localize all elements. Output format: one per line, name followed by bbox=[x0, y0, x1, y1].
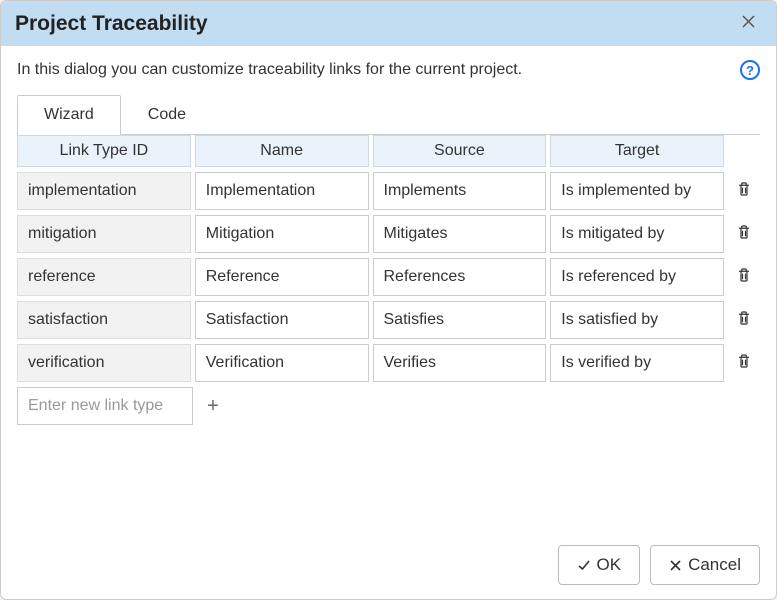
description-row: In this dialog you can customize traceab… bbox=[1, 46, 776, 88]
link-type-source-input[interactable]: Mitigates bbox=[373, 215, 547, 253]
link-type-target-input[interactable]: Is referenced by bbox=[550, 258, 724, 296]
delete-row-button[interactable] bbox=[735, 266, 753, 289]
project-traceability-dialog: Project Traceability In this dialog you … bbox=[0, 0, 777, 600]
table-row: referenceReferenceReferencesIs reference… bbox=[17, 258, 760, 296]
tab-wizard[interactable]: Wizard bbox=[17, 95, 121, 135]
ok-button[interactable]: OK bbox=[558, 545, 641, 585]
header-target: Target bbox=[550, 135, 724, 167]
ok-button-label: OK bbox=[597, 555, 622, 575]
header-action-spacer bbox=[728, 135, 760, 167]
tab-bar: Wizard Code bbox=[1, 88, 776, 134]
trash-icon bbox=[735, 223, 753, 241]
table-row: implementationImplementationImplementsIs… bbox=[17, 172, 760, 210]
new-link-type-input[interactable]: Enter new link type bbox=[17, 387, 193, 425]
link-type-source-input[interactable]: References bbox=[373, 258, 547, 296]
cancel-button-label: Cancel bbox=[688, 555, 741, 575]
table-row: verificationVerificationVerifiesIs verif… bbox=[17, 344, 760, 382]
link-type-target-input[interactable]: Is satisfied by bbox=[550, 301, 724, 339]
dialog-title: Project Traceability bbox=[15, 12, 208, 36]
button-bar: OK Cancel bbox=[1, 531, 776, 599]
trash-icon bbox=[735, 309, 753, 327]
link-type-id-cell: implementation bbox=[17, 172, 191, 210]
header-link-type-id: Link Type ID bbox=[17, 135, 191, 167]
link-type-source-input[interactable]: Satisfies bbox=[373, 301, 547, 339]
header-source: Source bbox=[373, 135, 547, 167]
link-type-target-input[interactable]: Is verified by bbox=[550, 344, 724, 382]
table-row: mitigationMitigationMitigatesIs mitigate… bbox=[17, 215, 760, 253]
add-link-type-icon[interactable]: + bbox=[197, 387, 229, 425]
delete-row-button[interactable] bbox=[735, 223, 753, 246]
x-icon bbox=[669, 559, 682, 572]
link-type-id-cell: satisfaction bbox=[17, 301, 191, 339]
new-link-type-row: Enter new link type + bbox=[17, 387, 760, 425]
dialog-description: In this dialog you can customize traceab… bbox=[17, 61, 522, 79]
link-type-name-input[interactable]: Satisfaction bbox=[195, 301, 369, 339]
delete-row-button[interactable] bbox=[735, 180, 753, 203]
cancel-button[interactable]: Cancel bbox=[650, 545, 760, 585]
link-type-source-input[interactable]: Verifies bbox=[373, 344, 547, 382]
close-icon[interactable] bbox=[735, 11, 762, 36]
link-type-target-input[interactable]: Is mitigated by bbox=[550, 215, 724, 253]
trash-icon bbox=[735, 352, 753, 370]
delete-row-button[interactable] bbox=[735, 352, 753, 375]
link-type-name-input[interactable]: Verification bbox=[195, 344, 369, 382]
link-type-id-cell: reference bbox=[17, 258, 191, 296]
link-type-name-input[interactable]: Mitigation bbox=[195, 215, 369, 253]
titlebar: Project Traceability bbox=[1, 1, 776, 46]
check-icon bbox=[577, 558, 591, 572]
link-type-name-input[interactable]: Implementation bbox=[195, 172, 369, 210]
help-icon[interactable]: ? bbox=[740, 60, 760, 80]
link-type-target-input[interactable]: Is implemented by bbox=[550, 172, 724, 210]
table-header-row: Link Type ID Name Source Target bbox=[17, 135, 760, 167]
tab-code[interactable]: Code bbox=[121, 95, 213, 135]
link-type-id-cell: mitigation bbox=[17, 215, 191, 253]
link-type-name-input[interactable]: Reference bbox=[195, 258, 369, 296]
link-type-table: Link Type ID Name Source Target implemen… bbox=[17, 134, 760, 521]
link-type-source-input[interactable]: Implements bbox=[373, 172, 547, 210]
header-name: Name bbox=[195, 135, 369, 167]
delete-row-button[interactable] bbox=[735, 309, 753, 332]
table-row: satisfactionSatisfactionSatisfiesIs sati… bbox=[17, 301, 760, 339]
wizard-content: Link Type ID Name Source Target implemen… bbox=[1, 134, 776, 531]
trash-icon bbox=[735, 266, 753, 284]
trash-icon bbox=[735, 180, 753, 198]
link-type-id-cell: verification bbox=[17, 344, 191, 382]
